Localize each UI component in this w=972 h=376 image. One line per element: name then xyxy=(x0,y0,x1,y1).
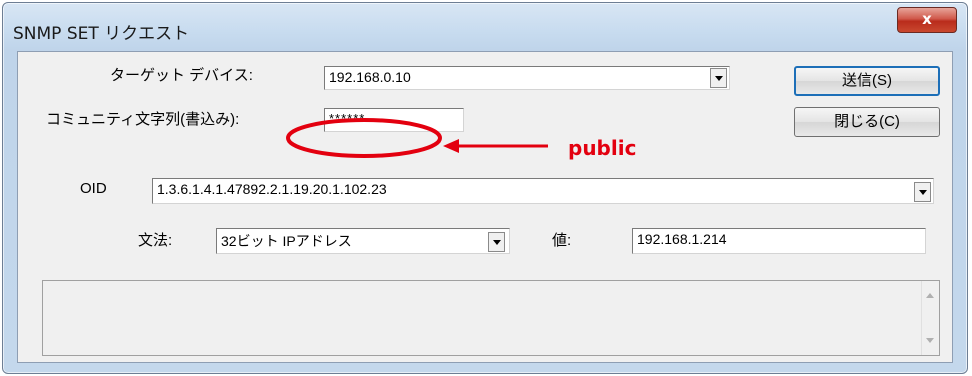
target-device-label: ターゲット デバイス: xyxy=(110,67,253,84)
send-button[interactable]: 送信(S) xyxy=(794,66,940,96)
chevron-down-icon xyxy=(918,189,927,195)
target-device-value: 192.168.0.10 xyxy=(329,69,411,85)
scroll-up-icon[interactable] xyxy=(926,293,934,298)
syntax-value: 32ビット IPアドレス xyxy=(221,233,352,249)
oid-label: OID xyxy=(80,180,107,197)
community-string-value: ****** xyxy=(329,111,366,126)
chevron-down-icon xyxy=(492,239,501,245)
community-string-field[interactable]: ****** xyxy=(324,108,464,132)
close-button[interactable]: 閉じる(C) xyxy=(794,107,940,137)
target-device-dropdown-button[interactable] xyxy=(710,68,727,88)
oid-dropdown-button[interactable] xyxy=(914,182,931,202)
oid-value: 1.3.6.1.4.1.47892.2.1.19.20.1.102.23 xyxy=(157,181,387,197)
oid-combobox[interactable]: 1.3.6.1.4.1.47892.2.1.19.20.1.102.23 xyxy=(152,178,934,204)
result-textarea[interactable] xyxy=(42,280,940,356)
value-field-value: 192.168.1.214 xyxy=(637,231,727,247)
value-label: 値: xyxy=(552,232,572,249)
target-device-select[interactable]: 192.168.0.10 xyxy=(324,66,730,90)
window-title: SNMP SET リクエスト xyxy=(13,24,190,44)
snmp-set-dialog: SNMP SET リクエスト x ターゲット デバイス: 192.168.0.1… xyxy=(2,2,968,374)
value-field[interactable]: 192.168.1.214 xyxy=(632,228,926,254)
close-icon: x xyxy=(922,10,932,28)
result-scrollbar[interactable] xyxy=(921,281,939,355)
syntax-dropdown-button[interactable] xyxy=(488,232,505,252)
syntax-select[interactable]: 32ビット IPアドレス xyxy=(216,228,510,254)
scroll-down-icon[interactable] xyxy=(926,338,934,343)
annotation-label: public xyxy=(568,136,637,160)
title-bar: SNMP SET リクエスト x xyxy=(3,3,967,51)
syntax-label: 文法: xyxy=(138,232,173,249)
community-string-label: コミュニティ文字列(書込み): xyxy=(46,111,240,128)
chevron-down-icon xyxy=(714,75,723,81)
dialog-client-area: ターゲット デバイス: 192.168.0.10 コミュニティ文字列(書込み):… xyxy=(17,51,953,363)
close-window-button[interactable]: x xyxy=(897,7,957,33)
